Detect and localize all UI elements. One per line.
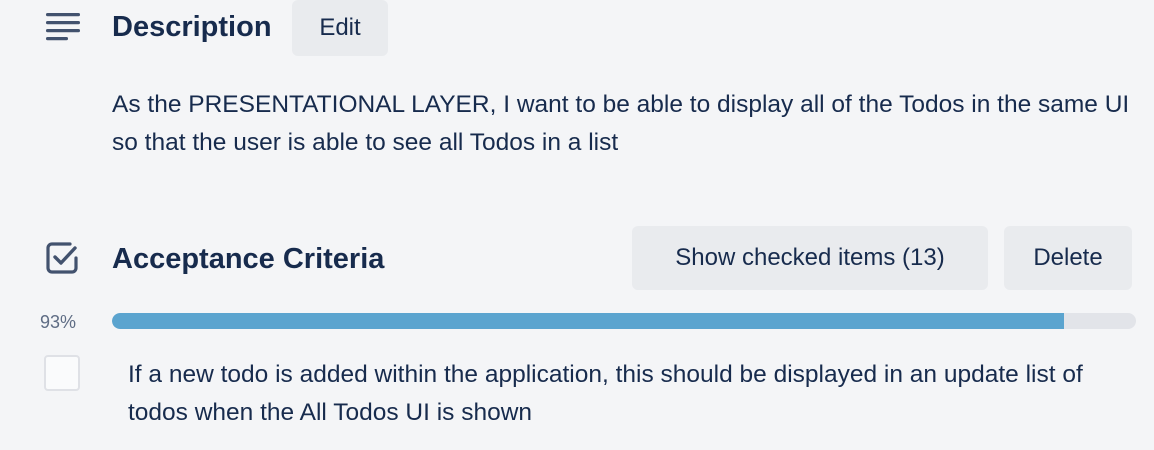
- show-checked-items-button[interactable]: Show checked items (13): [632, 226, 988, 290]
- progress-bar-fill: [112, 313, 1065, 329]
- description-heading: Description: [112, 11, 272, 43]
- edit-description-button[interactable]: Edit: [292, 0, 388, 56]
- description-lines-icon: [46, 13, 80, 41]
- checklist-item-text[interactable]: If a new todo is added within the applic…: [128, 356, 1128, 432]
- checkbox-checked-icon: [46, 242, 78, 274]
- progress-percent: 93%: [40, 312, 77, 332]
- checklist-item-checkbox[interactable]: [44, 355, 80, 391]
- delete-checklist-button[interactable]: Delete: [1004, 226, 1132, 290]
- checklist-title[interactable]: Acceptance Criteria: [112, 241, 384, 277]
- description-text[interactable]: As the PRESENTATIONAL LAYER, I want to b…: [112, 86, 1142, 162]
- progress-bar: [112, 313, 1136, 329]
- card-detail-panel: Description Edit As the PRESENTATIONAL L…: [0, 0, 1154, 450]
